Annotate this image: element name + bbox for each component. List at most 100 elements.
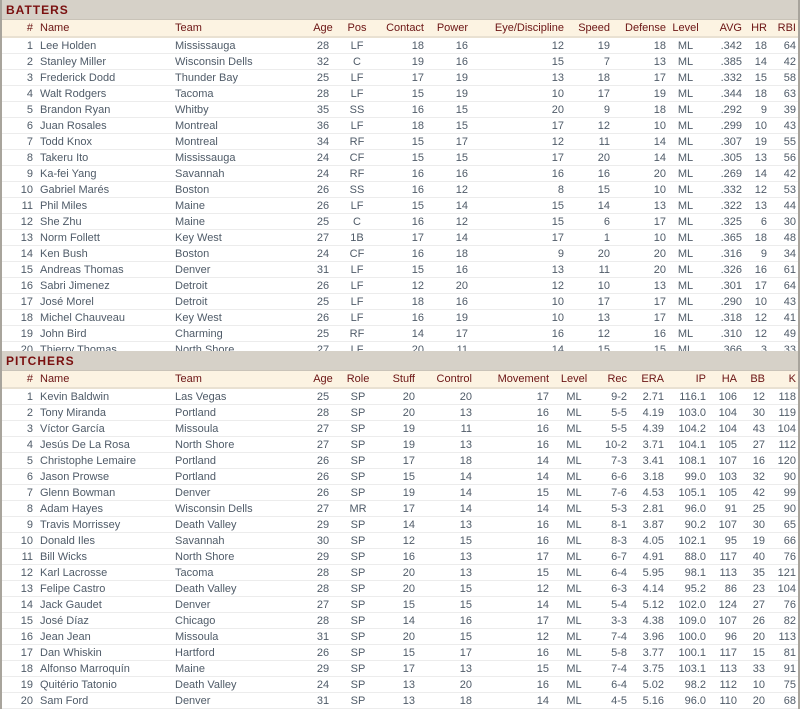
cell-name[interactable]: Kevin Baldwin	[35, 388, 170, 405]
cell-name[interactable]: She Zhu	[35, 213, 170, 230]
cell-name[interactable]: Stanley Miller	[35, 53, 170, 70]
batters-row[interactable]: 16 Sabri Jimenez Detroit 26 LF 12 20 12 10 13 ML .3…	[2, 277, 798, 294]
cell-name[interactable]: Michel Chauveau	[35, 309, 170, 326]
batters-row[interactable]: 6 Juan Rosales Montreal 36 LF 18 15 17 12 10 ML .29…	[2, 117, 798, 134]
cell-name[interactable]: José Díaz	[35, 612, 170, 629]
pitchers-row[interactable]: 12 Karl Lacrosse Tacoma 28 SP 20 13 15 ML 6-4 5.95…	[2, 564, 798, 581]
batters-row[interactable]: 11 Phil Miles Maine 26 LF 15 14 15 14 13 ML .322 13 4…	[2, 197, 798, 214]
pitchers-row[interactable]: 3 Víctor García Missoula 27 SP 19 11 16 ML 5-5 4.3…	[2, 420, 798, 437]
batters-row[interactable]: 12 She Zhu Maine 25 C 16 12 15 6 17 ML .325 6 30	[2, 213, 798, 230]
cell-name[interactable]: Phil Miles	[35, 197, 170, 214]
cell-name[interactable]: Ken Bush	[35, 245, 170, 262]
column-header-contact[interactable]: Contact	[373, 20, 426, 38]
cell-name[interactable]: Walt Rodgers	[35, 85, 170, 102]
cell-name[interactable]: Bill Wicks	[35, 548, 170, 565]
cell-name[interactable]: Travis Morrissey	[35, 516, 170, 533]
cell-name[interactable]: Adam Hayes	[35, 500, 170, 517]
column-header-team[interactable]: Team	[170, 20, 305, 38]
column-header-name[interactable]: Name	[35, 20, 170, 38]
column-header-age[interactable]: Age	[305, 371, 341, 389]
pitchers-row[interactable]: 19 Quitério Tatonio Death Valley 24 SP 13 20 16…	[2, 676, 798, 693]
column-header-ip[interactable]: IP	[666, 371, 708, 389]
column-header-stuff[interactable]: Stuff	[375, 371, 417, 389]
column-header-k[interactable]: K	[767, 371, 798, 389]
column-header-era[interactable]: ERA	[629, 371, 666, 389]
pitchers-row[interactable]: 18 Alfonso Marroquín Maine 29 SP 17 13 15 ML 7-4 3…	[2, 660, 798, 677]
pitchers-row[interactable]: 6 Jason Prowse Portland 26 SP 15 14 14 ML 6-6 3.18…	[2, 468, 798, 485]
batters-row[interactable]: 10 Gabriel Marés Boston 26 SS 16 12 8 15 10 ML .332…	[2, 181, 798, 198]
cell-name[interactable]: John Bird	[35, 325, 170, 342]
column-header-level[interactable]: Level	[668, 20, 703, 38]
pitchers-row[interactable]: 2 Tony Miranda Portland 28 SP 20 13 16 ML 5-5 4.19…	[2, 404, 798, 421]
pitchers-row[interactable]: 14 Jack Gaudet Denver 27 SP 15 15 14 ML 5-4 5.12 10…	[2, 596, 798, 613]
cell-name[interactable]: Lee Holden	[35, 37, 170, 54]
cell-name[interactable]: Frederick Dodd	[35, 69, 170, 86]
pitchers-row[interactable]: 8 Adam Hayes Wisconsin Dells 27 MR 17 14 14 ML 5-…	[2, 500, 798, 517]
pitchers-row[interactable]: 11 Bill Wicks North Shore 29 SP 16 13 17 ML 6-7 4.…	[2, 548, 798, 565]
cell-name[interactable]: Karl Lacrosse	[35, 564, 170, 581]
pitchers-row[interactable]: 17 Dan Whiskin Hartford 26 SP 15 17 16 ML 5-8 3.77…	[2, 644, 798, 661]
column-header-ha[interactable]: HA	[708, 371, 739, 389]
column-header-bb[interactable]: BB	[739, 371, 767, 389]
cell-name[interactable]: Andreas Thomas	[35, 261, 170, 278]
batters-row[interactable]: 7 Todd Knox Montreal 34 RF 15 17 12 11 14 ML .307 19…	[2, 133, 798, 150]
column-header-control[interactable]: Control	[417, 371, 474, 389]
cell-name[interactable]: Christophe Lemaire	[35, 452, 170, 469]
cell-name[interactable]: Alfonso Marroquín	[35, 660, 170, 677]
cell-name[interactable]: Todd Knox	[35, 133, 170, 150]
cell-name[interactable]: Felipe Castro	[35, 580, 170, 597]
column-header-number[interactable]: #	[2, 20, 35, 38]
batters-row[interactable]: 18 Michel Chauveau Key West 26 LF 16 19 10 13 17 M…	[2, 309, 798, 326]
column-header-age[interactable]: Age	[305, 20, 341, 38]
cell-name[interactable]: Tony Miranda	[35, 404, 170, 421]
pitchers-row[interactable]: 10 Donald Iles Savannah 30 SP 12 15 16 ML 8-3 4.05…	[2, 532, 798, 549]
column-header-team[interactable]: Team	[170, 371, 305, 389]
column-header-defense[interactable]: Defense	[612, 20, 668, 38]
batters-row[interactable]: 5 Brandon Ryan Whitby 35 SS 16 15 20 9 18 ML .292 9 3…	[2, 101, 798, 118]
batters-row[interactable]: 17 José Morel Detroit 25 LF 18 16 10 17 17 ML .290 1…	[2, 293, 798, 310]
cell-name[interactable]: Gabriel Marés	[35, 181, 170, 198]
cell-name[interactable]: Norm Follett	[35, 229, 170, 246]
cell-name[interactable]: Ka-fei Yang	[35, 165, 170, 182]
cell-name[interactable]: Jason Prowse	[35, 468, 170, 485]
column-header-rec[interactable]: Rec	[597, 371, 629, 389]
cell-name[interactable]: Quitério Tatonio	[35, 676, 170, 693]
pitchers-row[interactable]: 9 Travis Morrissey Death Valley 29 SP 14 13 16 M…	[2, 516, 798, 533]
column-header-movement[interactable]: Movement	[474, 371, 551, 389]
pitchers-row[interactable]: 16 Jean Jean Missoula 31 SP 20 15 12 ML 7-4 3.96 10…	[2, 628, 798, 645]
column-header-pos[interactable]: Pos	[341, 20, 373, 38]
column-header-number[interactable]: #	[2, 371, 35, 389]
pitchers-row[interactable]: 7 Glenn Bowman Denver 26 SP 19 14 15 ML 7-6 4.53 10…	[2, 484, 798, 501]
batters-row[interactable]: 2 Stanley Miller Wisconsin Dells 32 C 19 16 15 7…	[2, 53, 798, 70]
cell-name[interactable]: Sabri Jimenez	[35, 277, 170, 294]
batters-row[interactable]: 13 Norm Follett Key West 27 1B 17 14 17 1 10 ML .36…	[2, 229, 798, 246]
column-header-level[interactable]: Level	[551, 371, 597, 389]
column-header-power[interactable]: Power	[426, 20, 470, 38]
batters-row[interactable]: 14 Ken Bush Boston 24 CF 16 18 9 20 20 ML .316 9 34	[2, 245, 798, 262]
batters-row[interactable]: 1 Lee Holden Mississauga 28 LF 18 16 12 19 18 ML .3…	[2, 37, 798, 54]
column-header-role[interactable]: Role	[341, 371, 375, 389]
column-header-rbi[interactable]: RBI	[769, 20, 798, 38]
pitchers-row[interactable]: 5 Christophe Lemaire Portland 26 SP 17 18 14 ML 7…	[2, 452, 798, 469]
column-header-name[interactable]: Name	[35, 371, 170, 389]
pitchers-row[interactable]: 1 Kevin Baldwin Las Vegas 25 SP 20 20 17 ML 9-2 2.…	[2, 388, 798, 405]
pitchers-row[interactable]: 15 José Díaz Chicago 28 SP 14 16 17 ML 3-3 4.38 109…	[2, 612, 798, 629]
batters-row[interactable]: 19 John Bird Charming 25 RF 14 17 16 12 16 ML .310 1…	[2, 325, 798, 342]
cell-name[interactable]: Takeru Ito	[35, 149, 170, 166]
cell-name[interactable]: Juan Rosales	[35, 117, 170, 134]
cell-name[interactable]: Jack Gaudet	[35, 596, 170, 613]
batters-row[interactable]: 3 Frederick Dodd Thunder Bay 25 LF 17 19 13 18 17…	[2, 69, 798, 86]
batters-row[interactable]: 9 Ka-fei Yang Savannah 24 RF 16 16 16 16 20 ML .269…	[2, 165, 798, 182]
cell-name[interactable]: Dan Whiskin	[35, 644, 170, 661]
pitchers-row[interactable]: 13 Felipe Castro Death Valley 28 SP 20 15 12 ML 6…	[2, 580, 798, 597]
cell-name[interactable]: Jean Jean	[35, 628, 170, 645]
cell-name[interactable]: Brandon Ryan	[35, 101, 170, 118]
column-header-eye-discipline[interactable]: Eye/Discipline	[470, 20, 566, 38]
cell-name[interactable]: José Morel	[35, 293, 170, 310]
column-header-hr[interactable]: HR	[744, 20, 769, 38]
cell-name[interactable]: Glenn Bowman	[35, 484, 170, 501]
cell-name[interactable]: Donald Iles	[35, 532, 170, 549]
cell-name[interactable]: Víctor García	[35, 420, 170, 437]
pitchers-row[interactable]: 4 Jesús De La Rosa North Shore 27 SP 19 13 16 ML…	[2, 436, 798, 453]
batters-row[interactable]: 15 Andreas Thomas Denver 31 LF 15 16 13 11 20 ML .3…	[2, 261, 798, 278]
